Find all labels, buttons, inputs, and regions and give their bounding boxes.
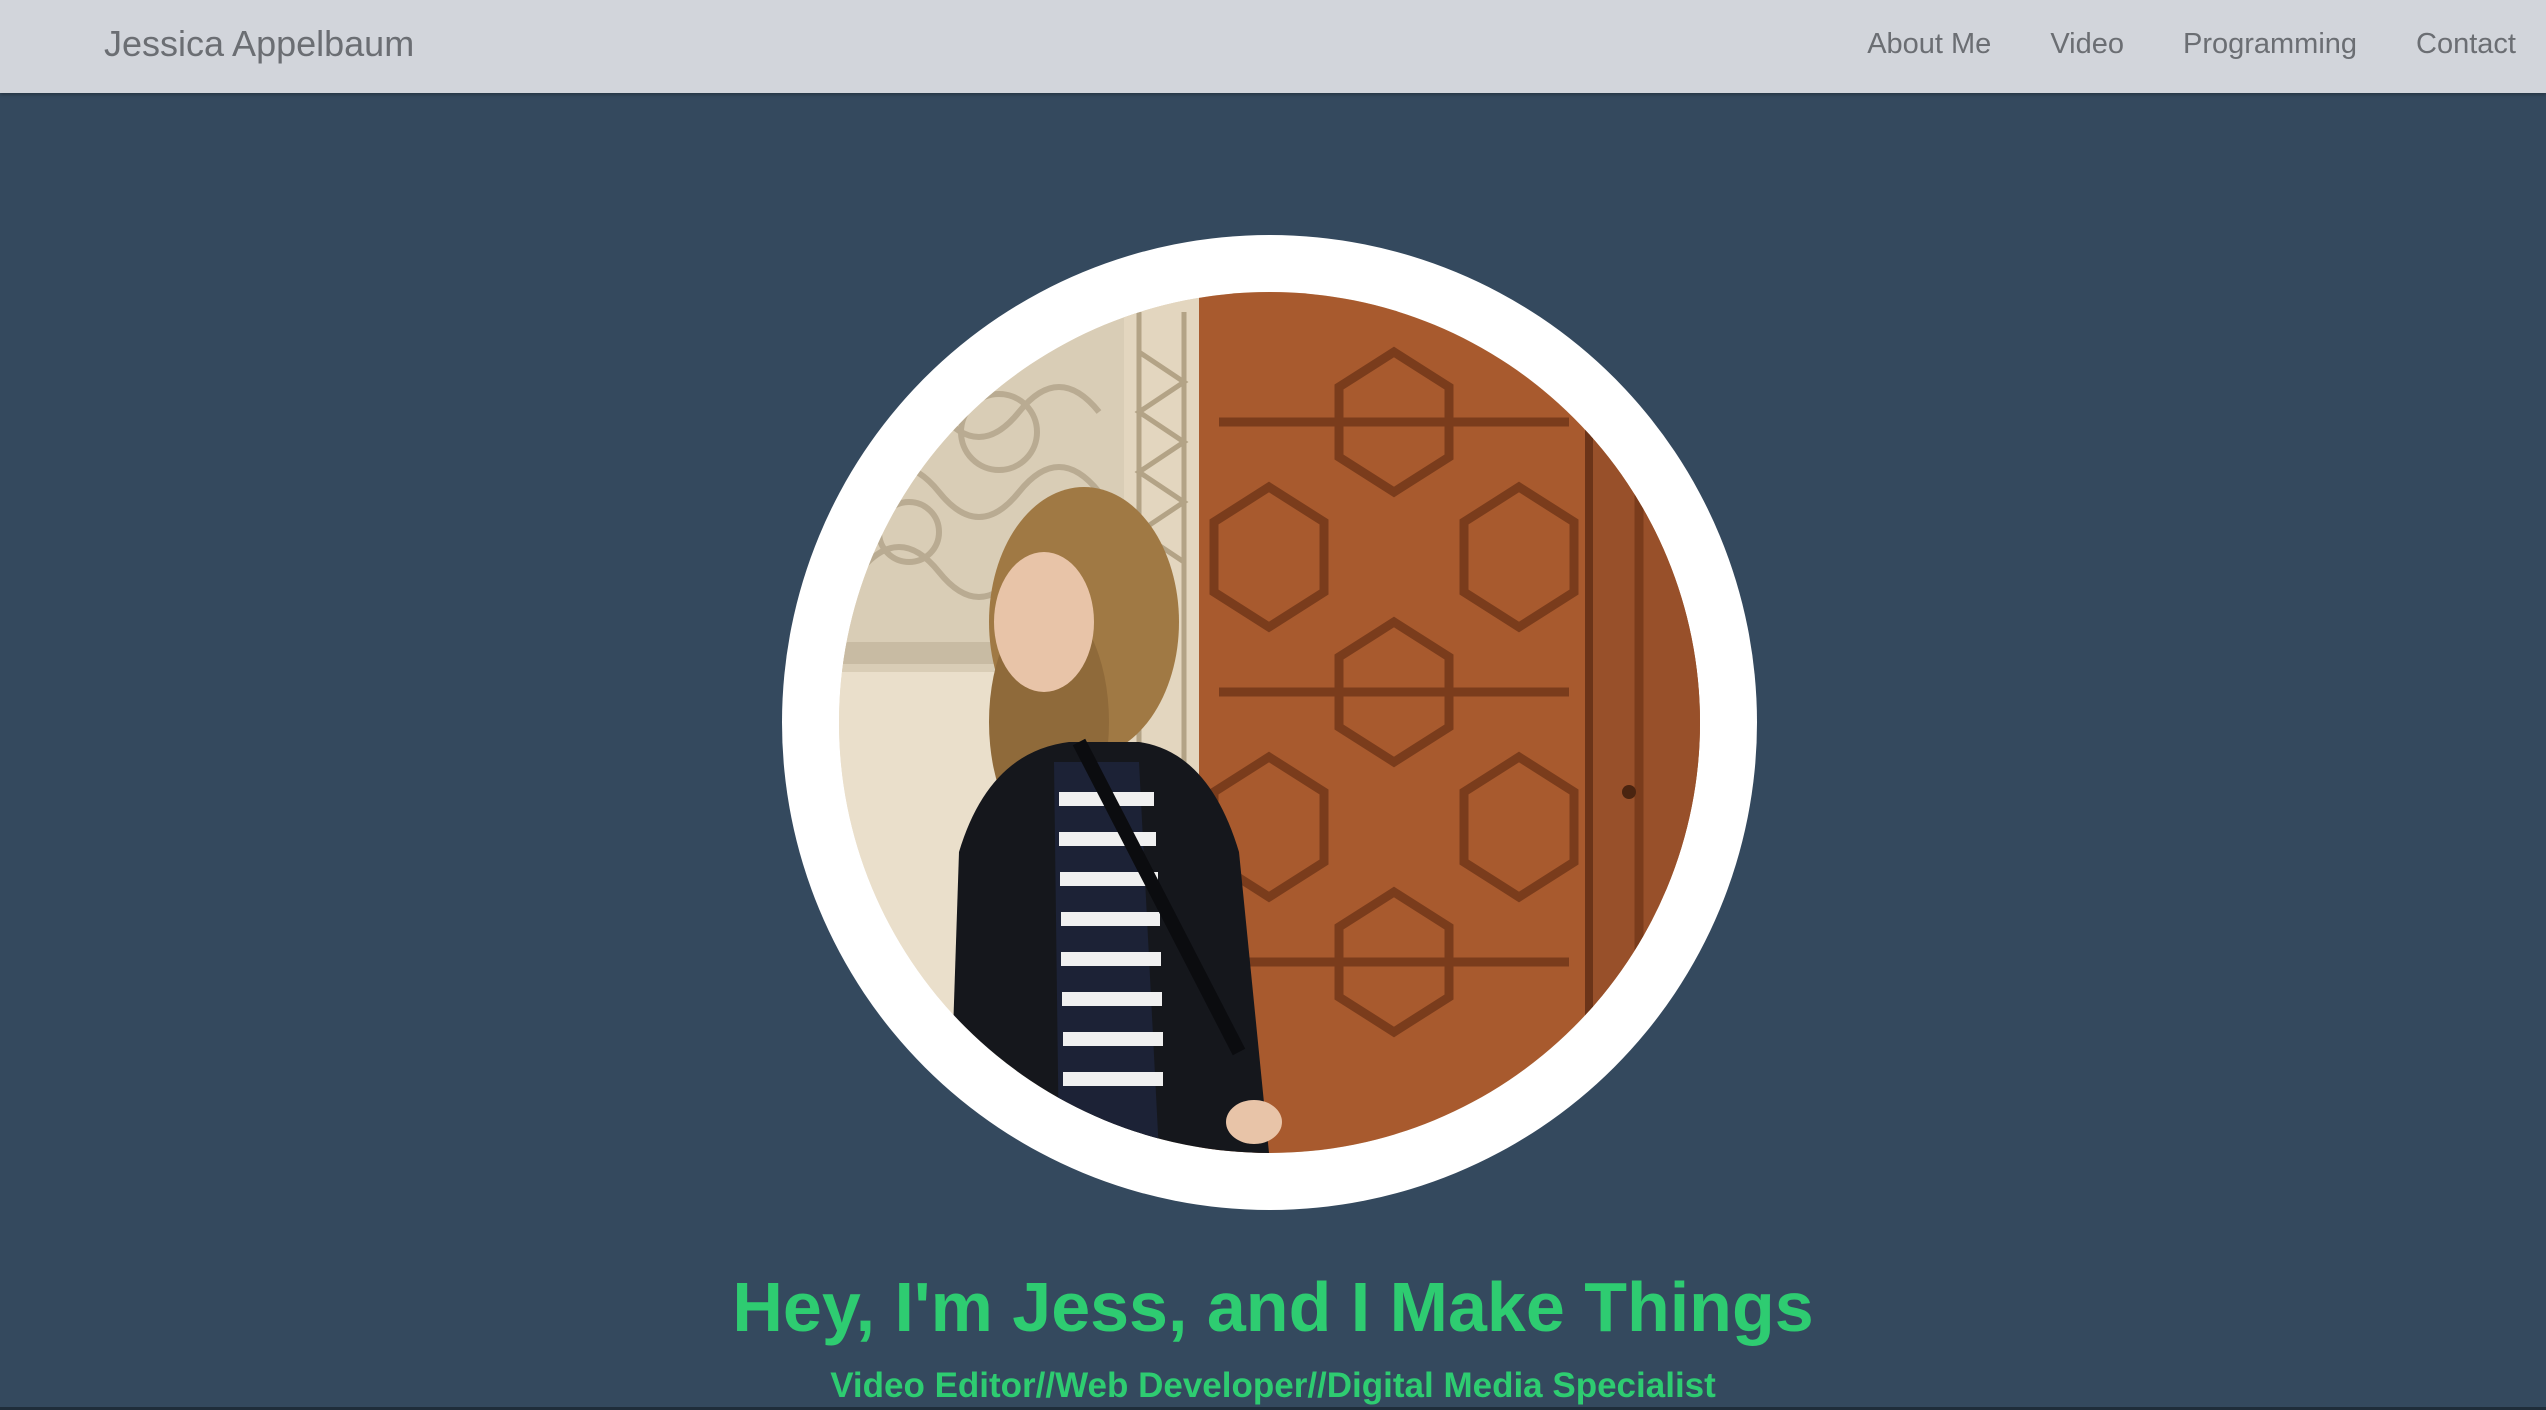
top-navbar: Jessica Appelbaum About Me Video Program… [0, 0, 2546, 93]
hero-section: Hey, I'm Jess, and I Make Things Video E… [0, 93, 2546, 1407]
profile-photo-illustration [839, 292, 1700, 1153]
nav-link-contact[interactable]: Contact [2416, 22, 2516, 66]
hero-subheading: Video Editor//Web Developer//Digital Med… [830, 1366, 1716, 1405]
nav-item-video: Video [2050, 22, 2124, 66]
nav-link-programming[interactable]: Programming [2183, 22, 2357, 66]
nav-links: About Me Video Programming Contact [1867, 22, 2516, 66]
hero-headline: Hey, I'm Jess, and I Make Things [732, 1268, 1814, 1346]
nav-link-about-me[interactable]: About Me [1867, 22, 1991, 66]
nav-item-about-me: About Me [1867, 22, 1991, 66]
profile-photo-frame [782, 235, 1757, 1210]
profile-photo [839, 292, 1700, 1153]
nav-item-programming: Programming [2183, 22, 2357, 66]
brand-link[interactable]: Jessica Appelbaum [104, 22, 414, 66]
nav-item-contact: Contact [2416, 22, 2516, 66]
nav-link-video[interactable]: Video [2050, 22, 2124, 66]
